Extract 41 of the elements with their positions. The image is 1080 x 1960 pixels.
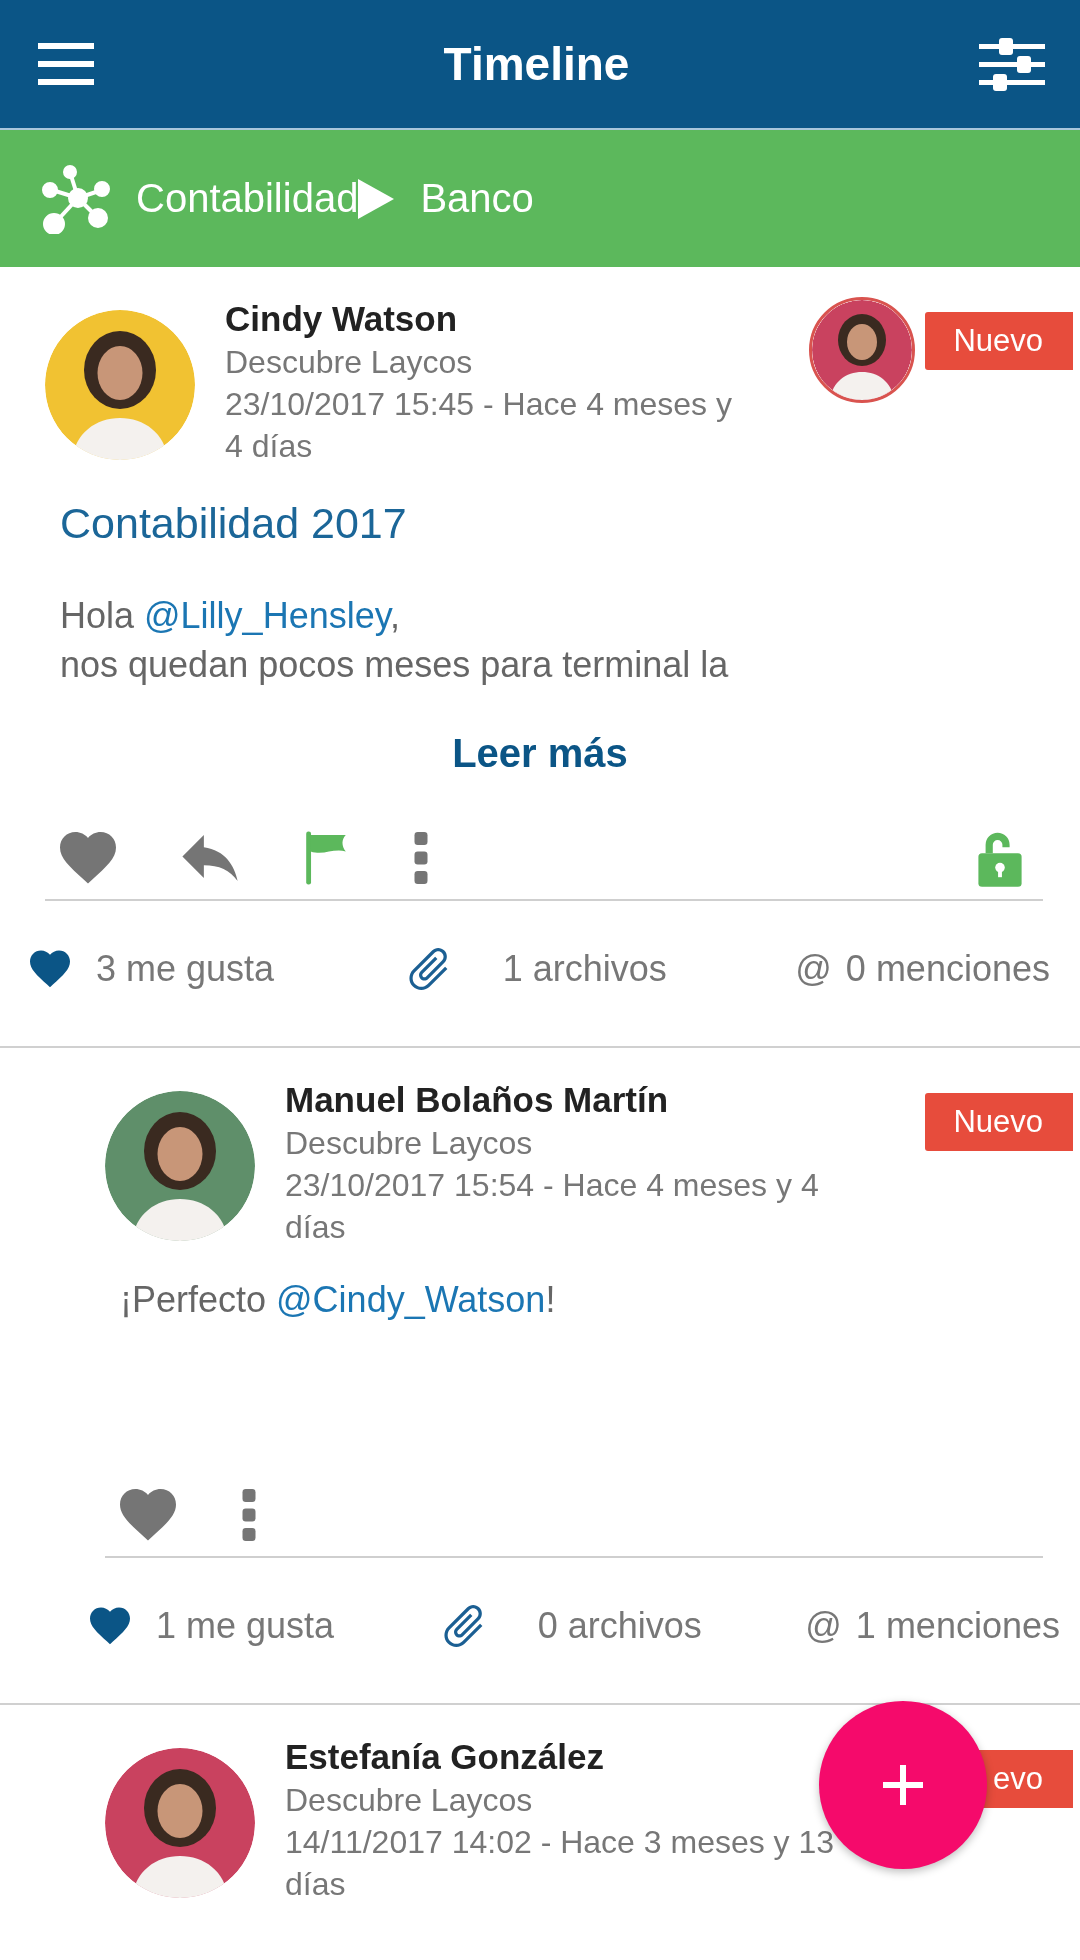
heart-icon [30, 950, 70, 988]
group-name: Descubre Laycos [225, 343, 473, 382]
read-more-link[interactable]: Leer más [452, 725, 628, 781]
network-icon [40, 163, 110, 234]
likes-count: 3 me gusta [96, 948, 275, 990]
post-title: Contabilidad 2017 [60, 498, 408, 549]
plus-icon [883, 1765, 923, 1805]
post-date: 23/10/2017 15:45 - Hace 4 meses y 4 días [225, 385, 733, 466]
author-name: Estefanía González [285, 1736, 604, 1778]
more-icon[interactable] [242, 1489, 256, 1541]
new-badge: Nuevo [925, 312, 1073, 370]
flag-icon[interactable] [304, 830, 348, 886]
author-name: Manuel Bolaños Martín [285, 1079, 669, 1121]
play-icon [358, 178, 395, 219]
post-date: 23/10/2017 15:54 - Hace 4 meses y 4 días [285, 1166, 820, 1247]
group-name: Descubre Laycos [285, 1781, 533, 1820]
at-icon: @ [795, 948, 832, 990]
at-icon: @ [805, 1605, 842, 1647]
group-name: Descubre Laycos [285, 1124, 533, 1163]
mentions-count: 1 menciones [855, 1605, 1060, 1647]
new-badge: Nuevo [925, 1093, 1073, 1151]
heart-icon [90, 1607, 130, 1645]
heart-icon[interactable] [60, 832, 116, 884]
post-date: 14/11/2017 14:02 - Hace 3 meses y 13 días [285, 1823, 836, 1904]
category-link[interactable]: Banco [358, 176, 534, 221]
mentions-count: 0 menciones [845, 948, 1050, 990]
likes-count: 1 me gusta [156, 1605, 335, 1647]
settings-icon[interactable] [979, 36, 1045, 92]
post-text: ¡Perfecto @Cindy_Watson! [120, 1278, 557, 1322]
page-title: Timeline [442, 37, 631, 91]
files-count: 0 archivos [537, 1605, 702, 1647]
reply-icon[interactable] [182, 835, 238, 881]
mention-link[interactable]: @Lilly_Hensley [144, 595, 391, 636]
mention-link[interactable]: @Cindy_Watson [276, 1279, 546, 1320]
menu-icon[interactable] [38, 43, 94, 85]
category-link[interactable]: Contabilidad [40, 163, 359, 234]
more-icon[interactable] [414, 832, 428, 884]
post-text: Hola @Lilly_Hensley, nos quedan pocos meses para terminal la [60, 594, 730, 687]
files-count: 1 archivos [502, 948, 667, 990]
author-name: Cindy Watson [225, 298, 458, 340]
heart-icon[interactable] [120, 1489, 176, 1541]
